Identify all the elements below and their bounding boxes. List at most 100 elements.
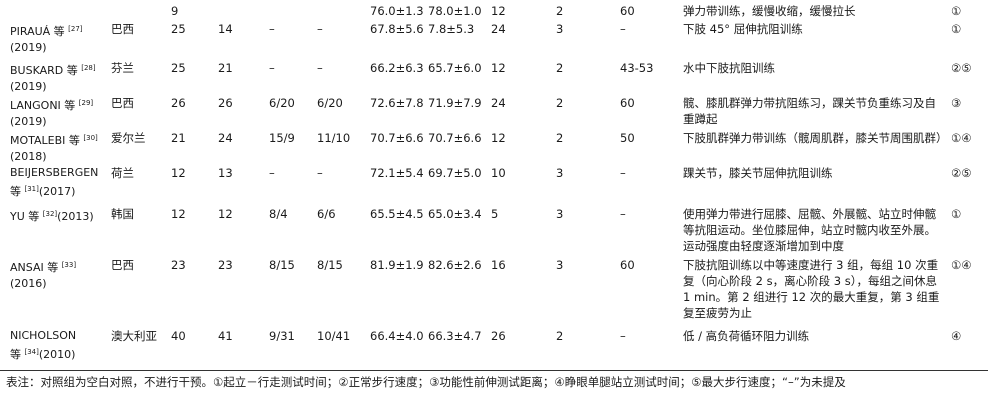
- intervention-cell: 弹力带训练，缓慢收缩，缓慢拉长: [683, 4, 856, 18]
- author-name: YU 等: [10, 210, 43, 223]
- author-year: (2013): [57, 210, 94, 223]
- ctrl-sex-cell: 8/15: [317, 258, 343, 272]
- ctrl-sex-cell: –: [317, 22, 323, 36]
- country-cell: 巴西: [111, 22, 134, 36]
- frequency-cell: 3: [556, 258, 564, 272]
- author-suffix: 等: [10, 348, 25, 361]
- author-name: LANGONI 等: [10, 99, 79, 112]
- intervention-cell: 低 / 高负荷循环阻力训练: [683, 329, 810, 343]
- author-year: (2010): [38, 348, 76, 361]
- intervention-cell: 使用弹力带进行屈膝、屈髋、外展髋、站立时伸髋等抗阻运动。坐位膝屈伸，站立时髋内收…: [683, 207, 936, 253]
- author-cell: YU 等 [32](2013): [10, 206, 94, 225]
- exp-age-cell: 66.4±4.0: [370, 329, 424, 343]
- exp-age-cell: 72.6±7.8: [370, 96, 424, 110]
- exp-n-cell: 40: [171, 329, 186, 343]
- exp-age-cell: 66.2±6.3: [370, 61, 424, 75]
- author-cell: BUSKARD 等 [28] (2019): [10, 60, 96, 95]
- ctrl-age-cell: 7.8±5.3: [428, 22, 475, 36]
- ctrl-age-cell: 70.7±6.6: [428, 131, 482, 145]
- weeks-cell: 12: [491, 4, 506, 18]
- ctrl-age-cell: 66.3±4.7: [428, 329, 482, 343]
- outcome-cell: ①: [951, 4, 962, 18]
- outcome-cell: ①: [951, 22, 962, 36]
- ctrl-n-cell: 24: [218, 131, 233, 145]
- ctrl-age-cell: 69.7±5.0: [428, 166, 482, 180]
- country-cell: 爱尔兰: [111, 131, 146, 145]
- frequency-cell: 3: [556, 166, 564, 180]
- reference-mark: [29]: [78, 99, 94, 107]
- author-cell: BEIJERSBERGEN 等 [31](2017): [10, 165, 98, 200]
- author-suffix: 等: [10, 185, 25, 198]
- exp-n-cell: 25: [171, 61, 186, 75]
- frequency-cell: 3: [556, 22, 564, 36]
- exp-n-cell: 21: [171, 131, 186, 145]
- reference-mark: [27]: [68, 25, 83, 33]
- exp-n-cell: 12: [171, 166, 186, 180]
- exp-age-cell: 65.5±4.5: [370, 207, 424, 221]
- author-year: (2019): [10, 80, 47, 93]
- country-cell: 荷兰: [111, 166, 134, 180]
- exp-sex-cell: –: [269, 166, 275, 180]
- reference-mark: [34]: [24, 348, 39, 356]
- ctrl-n-cell: 12: [218, 207, 233, 221]
- outcome-cell: ①④: [951, 131, 972, 145]
- ctrl-n-cell: 23: [218, 258, 233, 272]
- reference-mark: [33]: [61, 261, 77, 269]
- exp-sex-cell: 8/15: [269, 258, 295, 272]
- ctrl-sex-cell: –: [317, 61, 323, 75]
- frequency-cell: 3: [556, 207, 564, 221]
- author-name: MOTALEBI 等: [10, 134, 84, 147]
- exp-sex-cell: 15/9: [269, 131, 295, 145]
- author-cell: ANSAI 等 [33] (2016): [10, 257, 76, 292]
- reference-mark: [30]: [83, 134, 98, 142]
- author-year: (2018): [10, 150, 47, 163]
- table-footnote: 表注：对照组为空白对照，不进行干预。①起立－行走测试时间；②正常步行速度；③功能…: [6, 375, 846, 389]
- country-cell: 澳大利亚: [111, 329, 157, 343]
- duration-cell: 43-53: [620, 61, 654, 75]
- study-characteristics-table: 9 76.0±1.3 78.0±1.0 12 2 60 弹力带训练，缓慢收缩，缓…: [0, 0, 988, 370]
- exp-age-cell: 70.7±6.6: [370, 131, 424, 145]
- table-bottom-rule: [0, 370, 988, 371]
- exp-n-cell: 9: [171, 4, 179, 18]
- weeks-cell: 26: [491, 329, 506, 343]
- intervention-cell: 下肢肌群弹力带训练（髋周肌群，膝关节周围肌群）: [683, 131, 948, 145]
- exp-sex-cell: 8/4: [269, 207, 288, 221]
- duration-cell: 60: [620, 96, 635, 110]
- weeks-cell: 12: [491, 61, 506, 75]
- outcome-cell: ②⑤: [951, 166, 972, 180]
- country-cell: 巴西: [111, 96, 134, 110]
- intervention-cell: 水中下肢抗阻训练: [683, 61, 775, 75]
- author-cell: PIRAUÁ 等 [27] (2019): [10, 21, 83, 56]
- author-cell: MOTALEBI 等 [30] (2018): [10, 130, 98, 165]
- outcome-cell: ③: [951, 96, 962, 110]
- author-name: BEIJERSBERGEN: [10, 166, 99, 179]
- author-year: (2016): [10, 277, 47, 290]
- author-cell: LANGONI 等 [29] (2019): [10, 95, 93, 130]
- duration-cell: –: [620, 329, 626, 343]
- author-name: ANSAI 等: [10, 261, 62, 274]
- exp-sex-cell: 9/31: [269, 329, 295, 343]
- ctrl-sex-cell: 6/6: [317, 207, 336, 221]
- ctrl-n-cell: 26: [218, 96, 233, 110]
- frequency-cell: 2: [556, 96, 564, 110]
- reference-mark: [32]: [42, 210, 58, 218]
- weeks-cell: 12: [491, 131, 506, 145]
- ctrl-n-cell: 13: [218, 166, 233, 180]
- author-cell: NICHOLSON 等 [34](2010): [10, 328, 76, 363]
- exp-n-cell: 23: [171, 258, 186, 272]
- reference-mark: [28]: [81, 64, 96, 72]
- intervention-cell: 踝关节，膝关节屈伸抗阻训练: [683, 166, 833, 180]
- frequency-cell: 2: [556, 329, 564, 343]
- exp-age-cell: 72.1±5.4: [370, 166, 424, 180]
- intervention-cell: 下肢抗阻训练以中等速度进行 3 组，每组 10 次重复（向心阶段 2 s，离心阶…: [683, 258, 940, 320]
- author-name: BUSKARD 等: [10, 64, 82, 77]
- author-year: (2017): [38, 185, 76, 198]
- country-cell: 芬兰: [111, 61, 134, 75]
- frequency-cell: 2: [556, 131, 564, 145]
- ctrl-sex-cell: 10/41: [317, 329, 351, 343]
- ctrl-sex-cell: 11/10: [317, 131, 351, 145]
- frequency-cell: 2: [556, 61, 564, 75]
- ctrl-age-cell: 65.0±3.4: [428, 207, 482, 221]
- outcome-cell: ①: [951, 207, 962, 221]
- exp-age-cell: 67.8±5.6: [370, 22, 424, 36]
